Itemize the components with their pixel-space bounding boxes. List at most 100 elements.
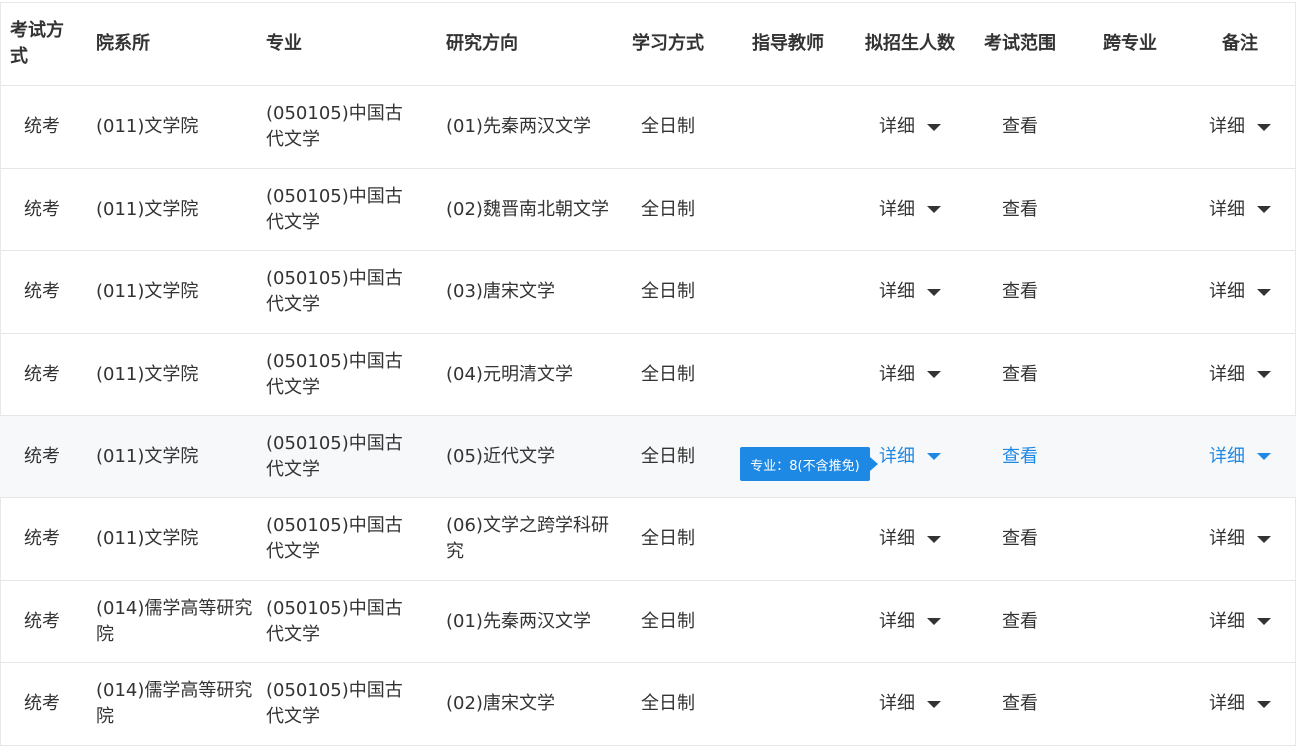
department-text: (014)儒学高等研究院 <box>96 597 253 645</box>
caret-down-icon <box>927 371 941 378</box>
caret-down-icon <box>1257 123 1271 131</box>
exam-scope-link[interactable]: 查看 <box>1002 444 1038 470</box>
cell-cross-major <box>1080 251 1180 333</box>
study-mode-text: 全日制 <box>641 528 695 549</box>
department-text: (014)儒学高等研究院 <box>96 680 253 727</box>
cell-advisor <box>738 334 838 415</box>
department-text: (011)文学院 <box>96 281 199 302</box>
enrollment-dropdown[interactable]: 详细 <box>879 609 941 635</box>
caret-down-icon <box>927 453 941 460</box>
enrollment-dropdown[interactable]: 详细 <box>879 526 941 552</box>
cell-advisor <box>738 169 838 250</box>
exam-scope-link[interactable]: 查看 <box>1002 197 1038 223</box>
cell-exam-scope: 查看 <box>970 416 1070 497</box>
col-remarks-label: 备注 <box>1222 32 1258 54</box>
direction-text: (01)先秦两汉文学 <box>446 610 591 632</box>
cell-advisor <box>738 581 838 662</box>
cell-direction: (01)先秦两汉文学 <box>446 86 611 168</box>
caret-down-icon <box>1257 535 1271 543</box>
cell-exam-mode: 统考 <box>0 416 84 497</box>
cell-major: (050105)中国古代文学 <box>266 581 416 662</box>
cell-remarks: 详细 <box>1190 169 1290 250</box>
caret-down-icon <box>927 288 941 296</box>
caret-down-icon <box>927 618 941 625</box>
cell-department: (014)儒学高等研究院 <box>96 581 256 662</box>
cell-study-mode: 全日制 <box>618 251 718 333</box>
table-row: 统考 (011)文学院 (050105)中国古代文学 (06)文学之跨学科研究 全日制 详… <box>0 498 1296 581</box>
cell-remarks: 详细 <box>1190 663 1290 745</box>
cell-study-mode: 全日制 <box>618 663 718 745</box>
study-mode-text: 全日制 <box>641 198 695 220</box>
remarks-dropdown[interactable]: 详细 <box>1209 279 1271 305</box>
cell-cross-major <box>1080 334 1180 415</box>
remarks-dropdown[interactable]: 详细 <box>1209 114 1271 140</box>
cell-exam-mode: 统考 <box>0 663 84 745</box>
direction-text: (01)先秦两汉文学 <box>446 116 591 137</box>
remarks-dropdown[interactable]: 详细 <box>1209 526 1271 552</box>
cell-major: (050105)中国古代文学 <box>266 86 416 168</box>
study-mode-text: 全日制 <box>641 363 695 385</box>
exam-scope-link[interactable]: 查看 <box>1002 609 1038 635</box>
cell-department: (011)文学院 <box>96 498 256 580</box>
major-text: (050105)中国古代文学 <box>266 515 403 562</box>
cell-remarks: 详细 <box>1190 251 1290 333</box>
exam-mode-text: 统考 <box>24 116 60 137</box>
exam-scope-link[interactable]: 查看 <box>1002 114 1038 140</box>
study-mode-text: 全日制 <box>641 445 695 467</box>
major-text: (050105)中国古代文学 <box>266 268 403 315</box>
enrollment-label: 详细 <box>879 610 915 632</box>
cell-department: (011)文学院 <box>96 251 256 333</box>
remarks-dropdown[interactable]: 详细 <box>1209 609 1271 635</box>
exam-scope-link[interactable]: 查看 <box>1002 362 1038 388</box>
major-text: (050105)中国古代文学 <box>266 103 403 150</box>
exam-scope-link[interactable]: 查看 <box>1002 691 1038 717</box>
exam-mode-text: 统考 <box>24 445 60 467</box>
enrollment-dropdown[interactable]: 详细 <box>879 114 941 140</box>
cell-study-mode: 全日制 <box>618 169 718 250</box>
exam-scope-link[interactable]: 查看 <box>1002 526 1038 552</box>
remarks-dropdown[interactable]: 详细 <box>1209 197 1271 223</box>
cell-cross-major <box>1080 663 1180 745</box>
cell-enrollment: 详细 <box>855 86 965 168</box>
remarks-dropdown[interactable]: 详细 <box>1209 362 1271 388</box>
cell-major: (050105)中国古代文学 <box>266 169 416 250</box>
cell-study-mode: 全日制 <box>618 581 718 662</box>
direction-text: (02)唐宋文学 <box>446 693 555 714</box>
cell-enrollment: 详细 <box>855 663 965 745</box>
enrollment-dropdown[interactable]: 详细 <box>879 444 941 470</box>
cell-exam-mode: 统考 <box>0 581 84 662</box>
cell-exam-mode: 统考 <box>0 251 84 333</box>
cell-enrollment: 详细 <box>855 498 965 580</box>
exam-scope-link[interactable]: 查看 <box>1002 279 1038 305</box>
exam-mode-text: 统考 <box>24 198 60 220</box>
remarks-label: 详细 <box>1209 198 1245 220</box>
enrollment-dropdown[interactable]: 详细 <box>879 691 941 717</box>
enrollment-dropdown[interactable]: 详细 <box>879 197 941 223</box>
remarks-dropdown[interactable]: 详细 <box>1209 444 1271 470</box>
department-text: (011)文学院 <box>96 445 199 467</box>
table-header: 考试方式 院系所 专业 研究方向 学习方式 指导教师 拟招生人数 考试范围 跨专… <box>0 2 1296 86</box>
tooltip-text: 专业：8(不含推免) <box>750 458 860 474</box>
enrollment-label: 详细 <box>879 363 915 385</box>
col-study-mode-label: 学习方式 <box>632 32 704 54</box>
col-major: 专业 <box>266 2 426 85</box>
cell-enrollment: 详细 <box>855 334 965 415</box>
direction-text: (03)唐宋文学 <box>446 281 555 302</box>
department-text: (011)文学院 <box>96 363 199 385</box>
direction-text: (06)文学之跨学科研究 <box>446 515 609 562</box>
enrollment-label: 详细 <box>879 198 915 220</box>
cell-direction: (05)近代文学 <box>446 416 611 497</box>
table-row: 统考 (011)文学院 (050105)中国古代文学 (05)近代文学 全日制 详细 查看 详… <box>0 416 1296 498</box>
cell-major: (050105)中国古代文学 <box>266 663 416 745</box>
enrollment-dropdown[interactable]: 详细 <box>879 279 941 305</box>
cell-cross-major <box>1080 169 1180 250</box>
cell-exam-scope: 查看 <box>970 334 1070 415</box>
remarks-label: 详细 <box>1209 116 1245 137</box>
cell-cross-major <box>1080 581 1180 662</box>
remarks-label: 详细 <box>1209 281 1245 302</box>
col-study-mode: 学习方式 <box>618 2 718 85</box>
remarks-dropdown[interactable]: 详细 <box>1209 691 1271 717</box>
enrollment-dropdown[interactable]: 详细 <box>879 362 941 388</box>
study-mode-text: 全日制 <box>641 693 695 714</box>
remarks-label: 详细 <box>1209 610 1245 632</box>
